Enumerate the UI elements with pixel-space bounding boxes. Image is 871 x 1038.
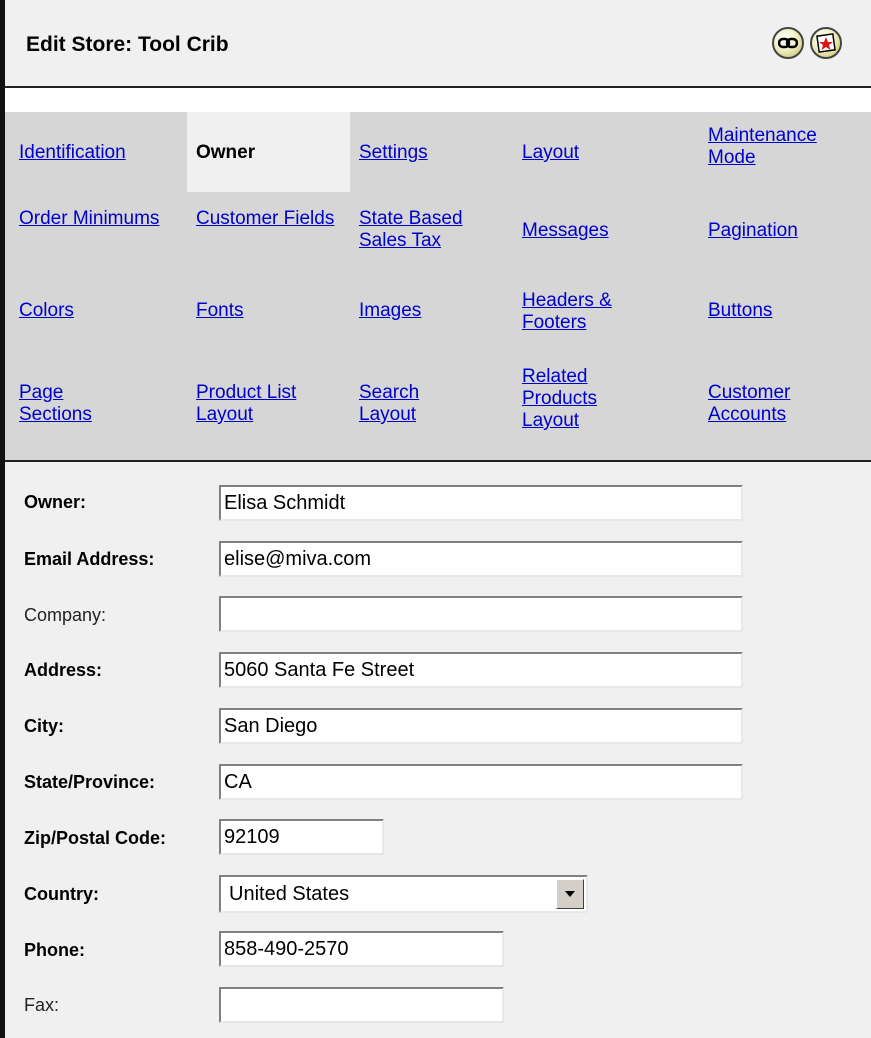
edit-store-window: Edit Store: Tool Crib Identification Own…: [0, 0, 871, 1038]
link-icon[interactable]: [772, 27, 804, 59]
tab-grid: Identification Owner Settings Layout Mai…: [5, 112, 871, 462]
phone-label: Phone:: [24, 940, 85, 960]
zip-label: Zip/Postal Code:: [24, 828, 167, 848]
tab-identification[interactable]: Identification: [19, 142, 126, 164]
tab-search-layout[interactable]: Search Layout: [359, 382, 459, 426]
tab-images[interactable]: Images: [359, 300, 421, 322]
fax-label: Fax:: [24, 995, 60, 1015]
state-field[interactable]: [219, 764, 743, 800]
address-label: Address:: [24, 660, 103, 680]
country-select-value: United States: [229, 883, 350, 905]
tab-related-products-layout[interactable]: Related Products Layout: [522, 366, 632, 432]
title-bar: Edit Store: Tool Crib: [5, 0, 871, 88]
company-field[interactable]: [219, 596, 743, 632]
tab-product-list-layout[interactable]: Product List Layout: [196, 382, 346, 426]
tab-state-based-sales-tax[interactable]: State Based Sales Tax: [359, 208, 509, 252]
spacer: [5, 88, 871, 112]
phone-field[interactable]: [219, 931, 504, 967]
tab-messages[interactable]: Messages: [522, 220, 609, 242]
tab-fonts[interactable]: Fonts: [196, 300, 244, 322]
city-label: City:: [24, 716, 64, 736]
chevron-down-icon[interactable]: [556, 879, 584, 909]
tab-settings[interactable]: Settings: [359, 142, 428, 164]
tab-pagination[interactable]: Pagination: [708, 220, 798, 242]
state-label: State/Province:: [24, 772, 156, 792]
zip-field[interactable]: [219, 819, 384, 855]
fax-field[interactable]: [219, 987, 504, 1023]
page-title: Edit Store: Tool Crib: [26, 33, 229, 56]
tab-layout[interactable]: Layout: [522, 142, 579, 164]
country-select[interactable]: United States: [219, 875, 588, 913]
address-field[interactable]: [219, 652, 743, 688]
owner-form: Owner: Email Address: Company: Address: …: [5, 462, 871, 1038]
tab-colors[interactable]: Colors: [19, 300, 74, 322]
email-field[interactable]: [219, 541, 743, 577]
tab-page-sections[interactable]: Page Sections: [19, 382, 139, 426]
tab-customer-fields[interactable]: Customer Fields: [196, 208, 346, 230]
email-label: Email Address:: [24, 549, 155, 569]
tab-customer-accounts[interactable]: Customer Accounts: [708, 382, 838, 426]
owner-label: Owner:: [24, 492, 87, 512]
tab-maintenance-mode[interactable]: Maintenance Mode: [708, 125, 858, 169]
tab-headers-footers[interactable]: Headers & Footers: [522, 290, 642, 334]
owner-field[interactable]: [219, 485, 743, 521]
tab-buttons[interactable]: Buttons: [708, 300, 772, 322]
country-label: Country:: [24, 884, 99, 904]
help-icon[interactable]: [810, 27, 842, 59]
city-field[interactable]: [219, 708, 743, 744]
tab-owner[interactable]: Owner: [196, 142, 255, 164]
company-label: Company:: [24, 605, 107, 625]
tab-order-minimums[interactable]: Order Minimums: [19, 208, 169, 230]
